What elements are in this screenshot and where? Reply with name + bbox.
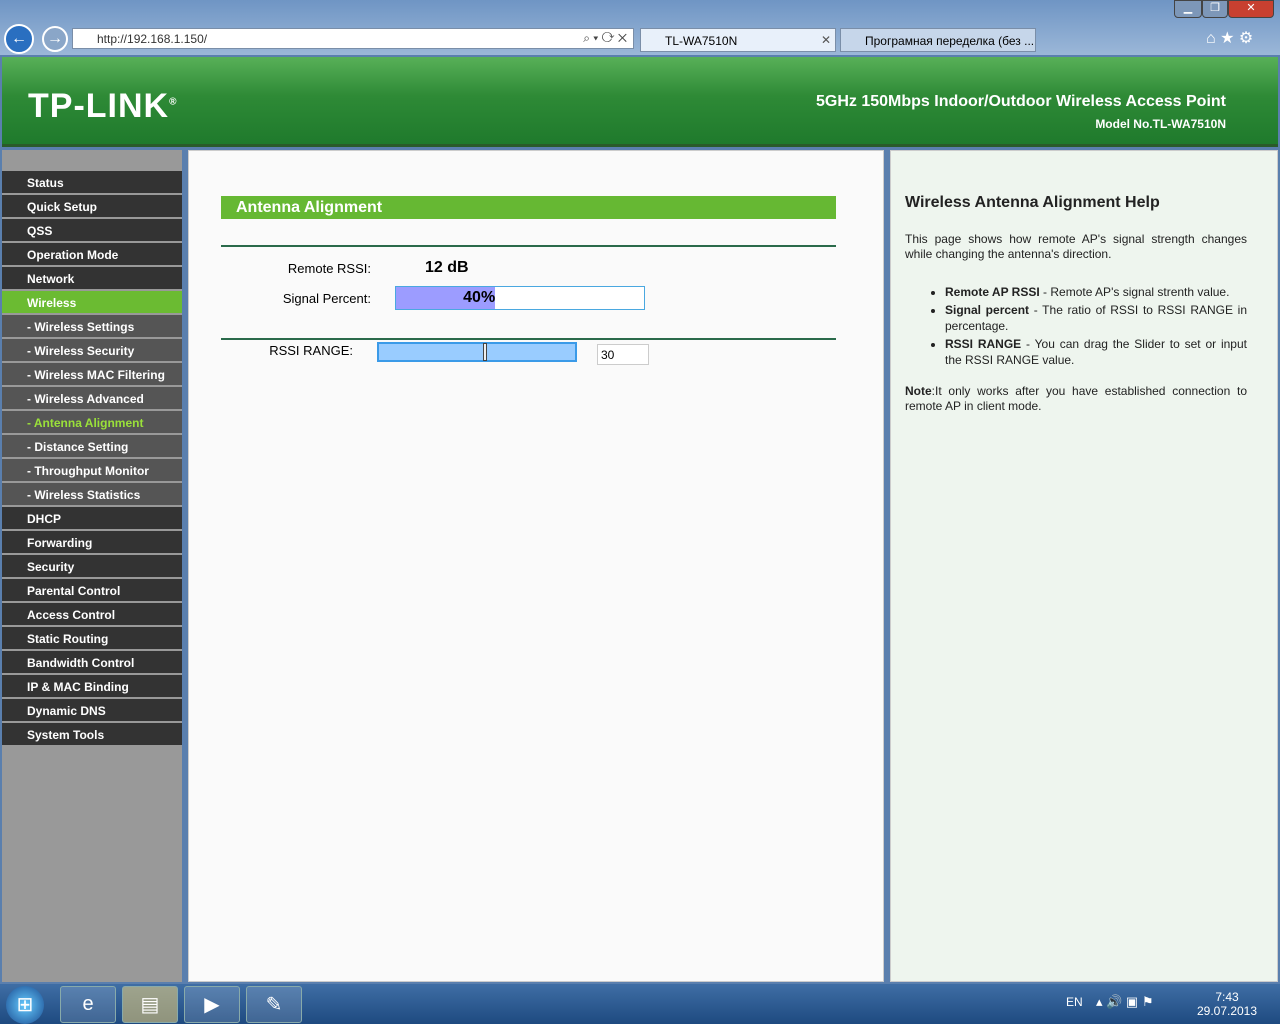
search-refresh-stop-icons[interactable]: ⌕ ▾ ⟳ ✕	[583, 31, 627, 46]
help-item: RSSI RANGE - You can drag the Slider to …	[945, 336, 1247, 368]
sidebar-item-wireless-settings[interactable]: - Wireless Settings	[2, 315, 182, 337]
sidebar-item-system-tools[interactable]: System Tools	[2, 723, 182, 745]
signal-label: Signal Percent:	[282, 291, 371, 306]
main-content: Antenna Alignment Remote RSSI: 12 dB Sig…	[188, 150, 884, 982]
sidebar-item-ip-mac-binding[interactable]: IP & MAC Binding	[2, 675, 182, 697]
help-list: Remote AP RSSI - Remote AP's signal stre…	[945, 284, 1247, 368]
address-bar[interactable]: http://192.168.1.150/ ⌕ ▾ ⟳ ✕	[72, 28, 634, 49]
help-panel: Wireless Antenna Alignment Help This pag…	[890, 150, 1278, 982]
back-button[interactable]: ←	[4, 24, 34, 54]
sidebar-item-dynamic-dns[interactable]: Dynamic DNS	[2, 699, 182, 721]
sidebar-item-access-control[interactable]: Access Control	[2, 603, 182, 625]
sidebar-item-status[interactable]: Status	[2, 171, 182, 193]
ie-taskbar-icon[interactable]: e	[60, 986, 116, 1023]
signal-bar: 40%	[395, 286, 645, 310]
sidebar-item-qss[interactable]: QSS	[2, 219, 182, 241]
sidebar-item-wireless-statistics[interactable]: - Wireless Statistics	[2, 483, 182, 505]
sidebar-item-forwarding[interactable]: Forwarding	[2, 531, 182, 553]
sidebar-menu: Status Quick Setup QSS Operation Mode Networ…	[2, 150, 182, 982]
sidebar-item-throughput-monitor[interactable]: - Throughput Monitor	[2, 459, 182, 481]
tab-label: TL-WA7510N	[665, 34, 738, 48]
taskbar: ⊞ e ▤ ▶ ✎ EN ▴ 🔊 ▣ ⚑ 7:43 29.07.2013	[0, 984, 1280, 1024]
home-star-gear-icons[interactable]: ⌂ ★ ⚙	[1206, 28, 1253, 48]
tab-program[interactable]: Програмная переделка (без ...	[840, 28, 1036, 52]
sidebar-item-dhcp[interactable]: DHCP	[2, 507, 182, 529]
rssi-range-input[interactable]	[597, 344, 649, 365]
sidebar-item-quick-setup[interactable]: Quick Setup	[2, 195, 182, 217]
sidebar-item-static-routing[interactable]: Static Routing	[2, 627, 182, 649]
sidebar-item-antenna-alignment[interactable]: - Antenna Alignment	[2, 411, 182, 433]
sidebar-item-security[interactable]: Security	[2, 555, 182, 577]
divider	[221, 245, 836, 247]
language-indicator[interactable]: EN	[1066, 995, 1083, 1009]
start-button[interactable]: ⊞	[6, 986, 44, 1024]
sidebar-item-distance-setting[interactable]: - Distance Setting	[2, 435, 182, 457]
explorer-taskbar-icon[interactable]: ▤	[122, 986, 178, 1023]
url-text: http://192.168.1.150/	[97, 32, 208, 46]
media-player-taskbar-icon[interactable]: ▶	[184, 986, 240, 1023]
tab-tl-wa7510n[interactable]: TL-WA7510N ✕	[640, 28, 836, 52]
browser-chrome: ▁ ❐ ✕ ← → http://192.168.1.150/ ⌕ ▾ ⟳ ✕ …	[0, 0, 1280, 55]
help-intro: This page shows how remote AP's signal s…	[905, 232, 1247, 261]
rssi-value: 12 dB	[425, 259, 469, 276]
close-tab-icon[interactable]: ✕	[821, 33, 831, 47]
sidebar-item-parental-control[interactable]: Parental Control	[2, 579, 182, 601]
sidebar-item-network[interactable]: Network	[2, 267, 182, 289]
help-item: Remote AP RSSI - Remote AP's signal stre…	[945, 284, 1247, 300]
sidebar-item-wireless-mac-filtering[interactable]: - Wireless MAC Filtering	[2, 363, 182, 385]
clock[interactable]: 7:43 29.07.2013	[1196, 990, 1258, 1018]
minimize-button[interactable]: ▁	[1174, 0, 1202, 18]
model-number: Model No.TL-WA7510N	[1095, 117, 1226, 131]
help-item: Signal percent - The ratio of RSSI to RS…	[945, 302, 1247, 334]
sidebar-item-wireless[interactable]: Wireless	[2, 291, 182, 313]
tab-label: Програмная переделка (без ...	[865, 34, 1035, 48]
restore-button[interactable]: ❐	[1202, 0, 1228, 18]
paint-taskbar-icon[interactable]: ✎	[246, 986, 302, 1023]
tplink-logo: TP-LINK®	[28, 87, 178, 125]
sidebar-item-wireless-advanced[interactable]: - Wireless Advanced	[2, 387, 182, 409]
sidebar-item-bandwidth-control[interactable]: Bandwidth Control	[2, 651, 182, 673]
divider	[221, 338, 836, 340]
rssi-range-slider[interactable]	[377, 342, 577, 362]
page-title: Antenna Alignment	[221, 196, 836, 219]
help-title: Wireless Antenna Alignment Help	[905, 194, 1160, 211]
signal-fill: 40%	[396, 287, 496, 309]
forward-button[interactable]: →	[42, 26, 68, 52]
rssi-label: Remote RSSI:	[287, 261, 371, 276]
tray-icons[interactable]: ▴ 🔊 ▣ ⚑	[1096, 994, 1153, 1010]
product-name: 5GHz 150Mbps Indoor/Outdoor Wireless Acc…	[815, 93, 1226, 110]
sidebar-item-wireless-security[interactable]: - Wireless Security	[2, 339, 182, 361]
close-window-button[interactable]: ✕	[1228, 0, 1274, 18]
range-label: RSSI RANGE:	[269, 343, 353, 358]
help-note: Note:It only works after you have establ…	[905, 384, 1247, 413]
slider-thumb[interactable]	[482, 343, 487, 361]
tplink-header: TP-LINK® 5GHz 150Mbps Indoor/Outdoor Wir…	[2, 57, 1278, 147]
sidebar-item-operation-mode[interactable]: Operation Mode	[2, 243, 182, 265]
